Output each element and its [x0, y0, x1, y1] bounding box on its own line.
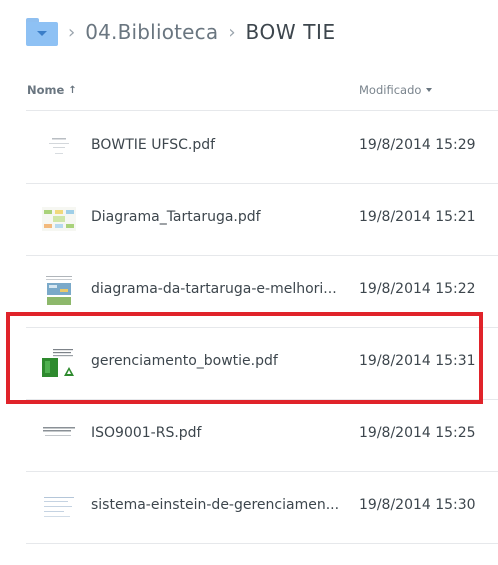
file-name[interactable]: BOWTIE UFSC.pdf — [91, 137, 215, 153]
file-modified: 19/8/2014 15:31 — [359, 353, 476, 369]
breadcrumb-current-folder: BOW TIE — [245, 20, 336, 44]
chevron-down-icon — [37, 31, 47, 36]
file-list-header: Nome ↑ Modificado — [26, 80, 498, 111]
pdf-thumbnail-icon — [42, 423, 76, 447]
file-modified: 19/8/2014 15:25 — [359, 425, 476, 441]
file-name[interactable]: gerenciamento_bowtie.pdf — [91, 353, 278, 369]
modified-column-label: Modificado — [359, 83, 422, 97]
file-name[interactable]: Diagrama_Tartaruga.pdf — [91, 209, 261, 225]
breadcrumb-separator-icon: › — [68, 21, 76, 43]
arrow-up-icon: ↑ — [68, 84, 77, 96]
name-column-label: Nome — [27, 83, 65, 97]
file-modified: 19/8/2014 15:21 — [359, 209, 476, 225]
file-modified: 19/8/2014 15:22 — [359, 281, 476, 297]
file-row[interactable]: diagrama-da-tartaruga-e-melhori... 19/8/… — [26, 255, 498, 328]
pdf-thumbnail-icon — [42, 207, 76, 231]
file-name[interactable]: ISO9001-RS.pdf — [91, 425, 201, 441]
file-row[interactable]: sistema-einstein-de-gerenciamen... 19/8/… — [26, 471, 498, 544]
pdf-thumbnail-icon — [44, 274, 74, 308]
breadcrumb-separator-icon: › — [228, 21, 236, 43]
file-name[interactable]: sistema-einstein-de-gerenciamen... — [91, 497, 339, 513]
pdf-thumbnail-icon — [42, 347, 76, 379]
file-modified: 19/8/2014 15:29 — [359, 137, 476, 153]
file-name[interactable]: diagrama-da-tartaruga-e-melhori... — [91, 281, 337, 297]
file-row[interactable]: gerenciamento_bowtie.pdf 19/8/2014 15:31 — [26, 327, 498, 400]
sort-by-modified-button[interactable]: Modificado — [359, 83, 433, 97]
file-modified: 19/8/2014 15:30 — [359, 497, 476, 513]
breadcrumb-parent-link[interactable]: 04.Biblioteca — [85, 20, 218, 44]
pdf-thumbnail-icon — [44, 130, 74, 164]
pdf-thumbnail-icon — [42, 493, 76, 521]
folder-icon[interactable] — [26, 18, 58, 46]
file-row[interactable]: Diagrama_Tartaruga.pdf 19/8/2014 15:21 — [26, 183, 498, 256]
breadcrumb: › 04.Biblioteca › BOW TIE — [26, 14, 336, 50]
file-row[interactable]: BOWTIE UFSC.pdf 19/8/2014 15:29 — [26, 111, 498, 184]
sort-by-name-button[interactable]: Nome ↑ — [27, 83, 77, 97]
file-row[interactable]: ISO9001-RS.pdf 19/8/2014 15:25 — [26, 399, 498, 472]
caret-down-icon — [426, 88, 433, 92]
